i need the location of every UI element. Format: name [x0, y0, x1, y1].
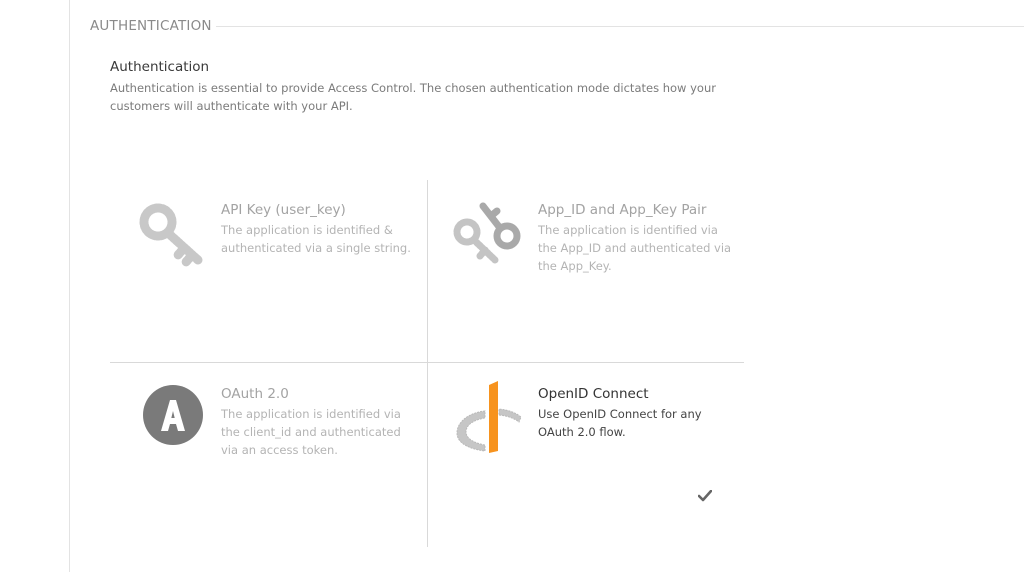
section-divider — [216, 26, 1024, 27]
key-icon — [139, 203, 203, 267]
intro-text: Authentication is essential to provide A… — [110, 81, 716, 113]
option-openid[interactable]: OpenID Connect Use OpenID Connect for an… — [427, 363, 744, 547]
option-app-id-key[interactable]: App_ID and App_Key Pair The application … — [427, 180, 744, 362]
key-pair-icon — [453, 202, 521, 264]
option-title: App_ID and App_Key Pair — [538, 202, 707, 218]
intro-heading: Authentication — [110, 59, 210, 75]
option-description: Use OpenID Connect for any OAuth 2.0 flo… — [538, 407, 702, 439]
section-title: AUTHENTICATION — [90, 18, 212, 34]
option-title: OAuth 2.0 — [221, 386, 289, 402]
oauth-icon — [143, 385, 203, 445]
option-api-key[interactable]: API Key (user_key) The application is id… — [110, 180, 427, 362]
option-title: API Key (user_key) — [221, 202, 346, 218]
option-description: The application is identified & authenti… — [221, 223, 411, 255]
openid-icon — [456, 381, 522, 453]
selected-check-icon — [698, 490, 712, 502]
option-description: The application is identified via the cl… — [221, 407, 401, 457]
left-border — [69, 0, 70, 572]
option-title: OpenID Connect — [538, 386, 649, 402]
option-description: The application is identified via the Ap… — [538, 223, 732, 273]
option-oauth2[interactable]: OAuth 2.0 The application is identified … — [110, 363, 427, 547]
